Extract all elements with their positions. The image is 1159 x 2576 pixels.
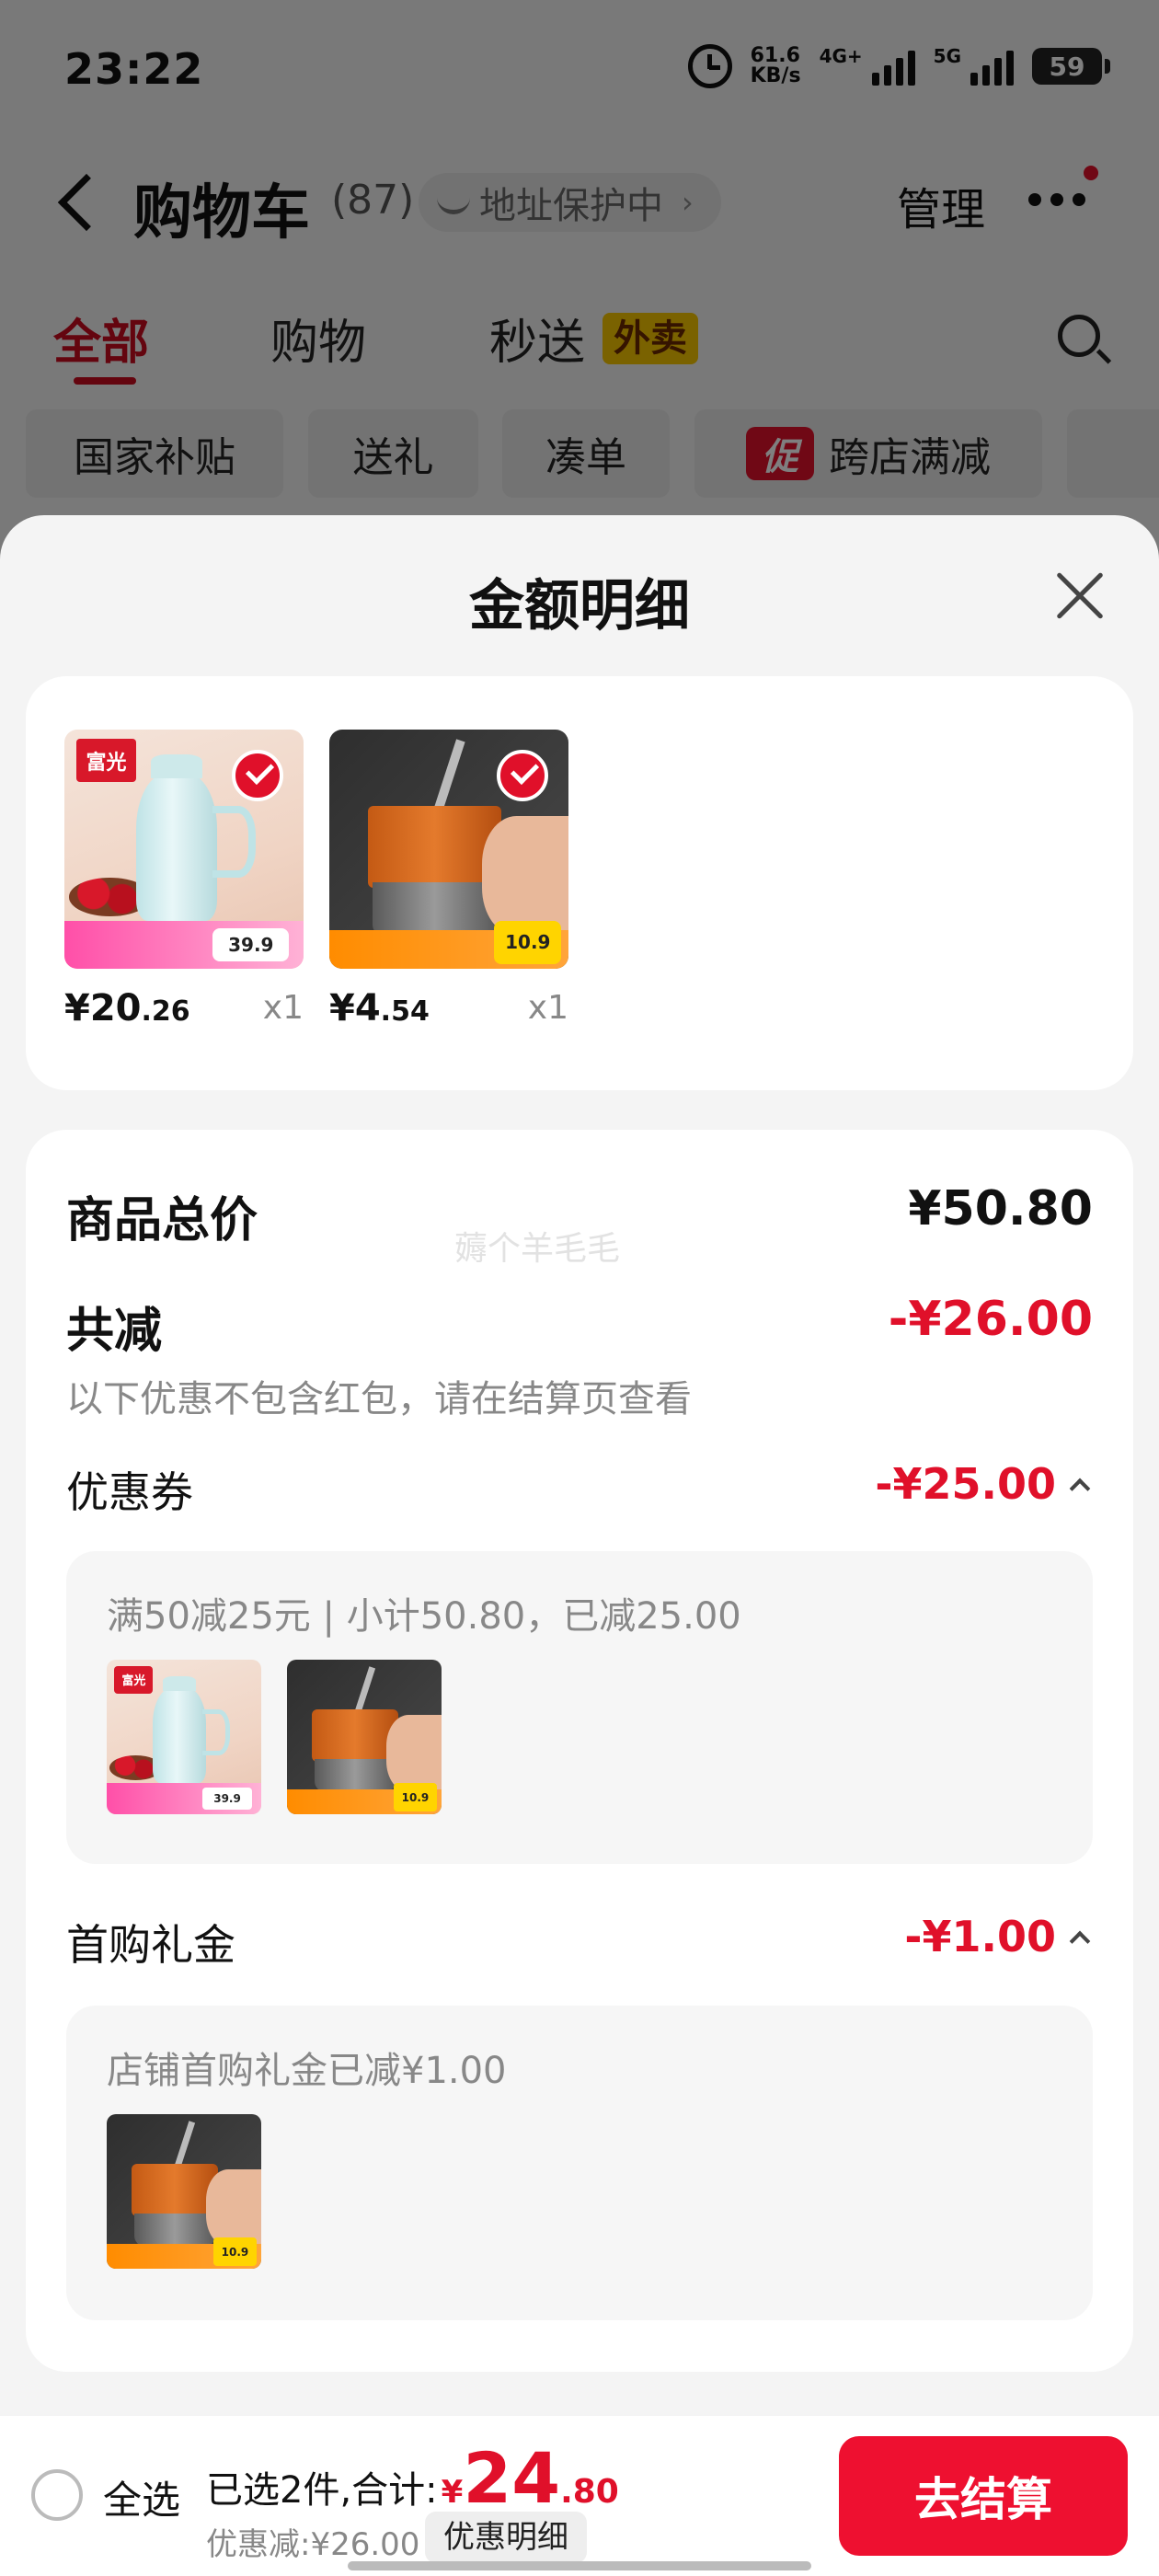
- coupon-label: 优惠券: [66, 1467, 193, 1517]
- thumb-price-tag: 10.9: [212, 2237, 257, 2266]
- first-purchase-gift-label: 首购礼金: [66, 1920, 235, 1970]
- price-decimal: .54: [380, 995, 430, 1028]
- cup-sleeve: [131, 2163, 218, 2216]
- price-summary-card: 商品总价 ¥50.80 薅个羊毛毛 共减 -¥26.00 以下优惠不包含红包，请…: [26, 1130, 1133, 2372]
- product-item-cup[interactable]: 10.9 ¥4.54 x1: [329, 730, 568, 1029]
- total-price-label: 商品总价: [66, 1193, 258, 1248]
- selected-products-card: 富光 39.9 ¥20.26 x1 10.9 ¥4.54 x1: [26, 676, 1133, 1090]
- total-reduction-value: -¥26.00: [888, 1292, 1093, 1347]
- product-image-cup: 10.9: [329, 730, 568, 969]
- cup-sleeve: [367, 806, 502, 888]
- amount-detail-sheet: 金额明细 富光 39.9 ¥20.26 x1 10.9 ¥4.54 x1 商品总…: [0, 515, 1159, 2576]
- flask-handle: [202, 1708, 231, 1756]
- selected-total: 已选2件,合计: ¥ 24 .80: [206, 2444, 619, 2513]
- coupon-value: -¥25.00: [875, 1459, 1056, 1509]
- discount-amount: 优惠减:¥26.00: [206, 2526, 420, 2563]
- price-decimal: .26: [141, 995, 190, 1028]
- cup-glass: [134, 2213, 215, 2248]
- total-amount-integer: 24: [463, 2437, 561, 2519]
- coupon-detail-text: 满50减25元 | 小计50.80，已减25.00: [107, 1595, 741, 1638]
- checkout-button[interactable]: 去结算: [839, 2436, 1128, 2556]
- product-quantity: x1: [262, 989, 304, 1027]
- total-currency: ¥: [441, 2474, 464, 2511]
- total-reduction-label: 共减: [66, 1304, 163, 1359]
- watermark: 薅个羊毛毛: [454, 1230, 621, 1268]
- hand-shape: [205, 2169, 261, 2248]
- discount-detail-button[interactable]: 优惠明细: [425, 2512, 587, 2563]
- product-thumb-cup: 10.9: [287, 1660, 442, 1814]
- price-int: ¥20: [64, 987, 142, 1029]
- thumb-price-tag: 39.9: [202, 1788, 252, 1810]
- brand-logo: 富光: [114, 1665, 154, 1694]
- total-price-value: ¥50.80: [908, 1181, 1093, 1236]
- selected-count-text: 已选2件,合计:: [206, 2469, 438, 2512]
- straw-shape: [353, 1665, 375, 1716]
- product-price: ¥20.26: [64, 987, 190, 1029]
- select-all-label[interactable]: 全选: [103, 2469, 180, 2525]
- product-item-thermos[interactable]: 富光 39.9 ¥20.26 x1: [64, 730, 304, 1029]
- checkmark-icon: [232, 750, 283, 801]
- first-purchase-gift-toggle[interactable]: -¥1.00: [904, 1912, 1091, 1961]
- first-purchase-gift-detail-box: 店铺首购礼金已减¥1.00 10.9: [66, 2006, 1093, 2320]
- product-thumb-cup: 10.9: [107, 2114, 261, 2269]
- coupon-toggle[interactable]: -¥25.00: [875, 1459, 1091, 1509]
- coupon-product-thumbs: 富光 39.9 10.9: [107, 1660, 442, 1814]
- thumb-price-tag: 10.9: [494, 921, 562, 964]
- caret-up-icon: [1069, 1478, 1091, 1500]
- cup-glass: [315, 1758, 396, 1793]
- product-image-thermos: 富光 39.9: [64, 730, 304, 969]
- flask-handle: [212, 806, 256, 879]
- coupon-detail-box: 满50减25元 | 小计50.80，已减25.00 富光 39.9 10.9: [66, 1551, 1093, 1864]
- thumb-price-tag: 10.9: [393, 1783, 437, 1811]
- straw-shape: [432, 739, 465, 816]
- home-indicator[interactable]: [348, 2561, 811, 2570]
- checkout-bar: 全选 已选2件,合计: ¥ 24 .80 优惠减:¥26.00 优惠明细 去结算: [0, 2416, 1159, 2576]
- flask-shape: [136, 754, 218, 921]
- page: 23:22 61.6 KB/s 4G+ 5G 59 购物车 (87) 地址保护中: [0, 0, 1159, 2576]
- sheet-title: 金额明细: [469, 574, 690, 638]
- first-purchase-gift-value: -¥1.00: [904, 1912, 1056, 1961]
- brand-logo: 富光: [76, 739, 136, 783]
- thumb-price-tag: 39.9: [212, 927, 290, 962]
- caret-up-icon: [1069, 1930, 1091, 1952]
- straw-shape: [173, 2120, 195, 2170]
- dim-overlay[interactable]: [0, 0, 1159, 552]
- flask-shape: [153, 1675, 206, 1784]
- first-purchase-gift-detail-text: 店铺首购礼金已减¥1.00: [107, 2050, 507, 2092]
- cup-sleeve: [311, 1708, 398, 1762]
- price-int: ¥4: [329, 987, 381, 1029]
- total-amount-decimal: .80: [560, 2473, 619, 2511]
- checkmark-icon: [497, 750, 548, 801]
- product-thumb-thermos: 富光 39.9: [107, 1660, 261, 1814]
- cup-glass: [372, 882, 497, 936]
- select-all-radio-icon[interactable]: [31, 2469, 83, 2521]
- hand-shape: [482, 815, 568, 936]
- product-price: ¥4.54: [329, 987, 430, 1029]
- close-icon[interactable]: [1052, 569, 1107, 624]
- product-quantity: x1: [527, 989, 568, 1027]
- first-purchase-gift-thumbs: 10.9: [107, 2114, 261, 2269]
- hand-shape: [385, 1715, 442, 1793]
- reduction-note: 以下优惠不包含红包，请在结算页查看: [66, 1378, 692, 1420]
